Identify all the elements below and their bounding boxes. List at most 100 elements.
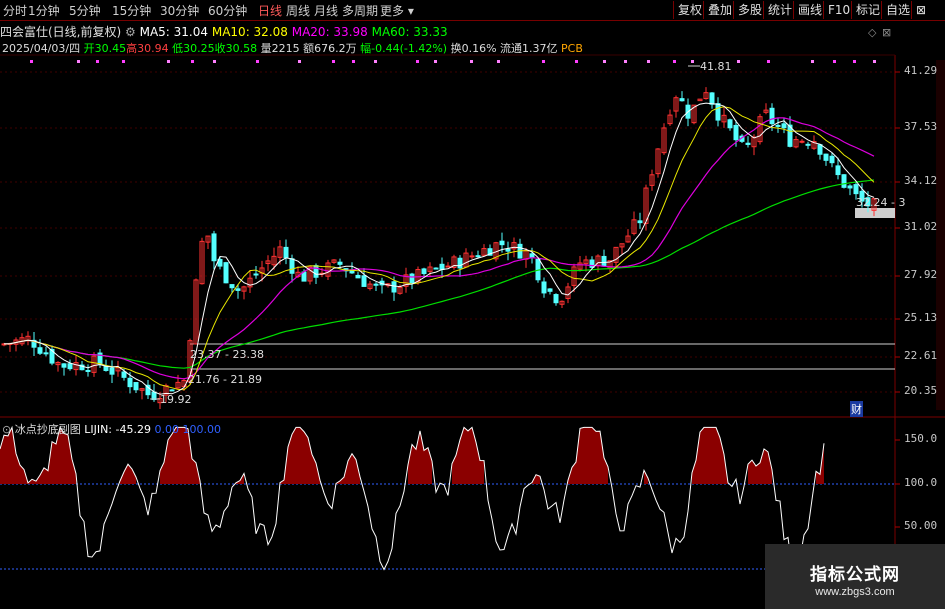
indicator-axis-label: 50.00: [904, 519, 938, 532]
overbought-fill: [40, 467, 44, 484]
candle-body: [679, 98, 685, 102]
candle-body: [823, 153, 829, 161]
watermark-url: www.zbgs3.com: [815, 586, 895, 598]
signal-dot: [30, 60, 33, 63]
price-axis-label: 22.61: [904, 349, 938, 362]
overbought-fill: [468, 427, 472, 484]
signal-dot: [737, 60, 740, 63]
signal-dot: [575, 60, 578, 63]
candle-body: [745, 142, 751, 145]
candle-body: [553, 294, 559, 304]
candle-body: [775, 124, 781, 127]
resistance-box: [855, 208, 895, 218]
overbought-fill: [296, 427, 300, 484]
signal-dot: [352, 60, 355, 63]
candle-body: [805, 143, 811, 146]
candle-body: [61, 363, 67, 368]
candle-body: [457, 257, 463, 269]
indicator-v2: 100.00: [182, 423, 221, 436]
ma5-line: [3, 102, 875, 395]
candle-body: [727, 119, 733, 129]
candle-body: [715, 103, 721, 121]
signal-dot: [673, 60, 676, 63]
price-axis-label: 37.53: [904, 120, 938, 133]
signal-dot: [374, 60, 377, 63]
price-axis-label: 41.29: [904, 64, 938, 77]
signal-dot: [191, 60, 194, 63]
candle-body: [169, 389, 175, 392]
box-range-label: 23.37 - 23.38: [190, 348, 264, 361]
signal-dot: [873, 60, 876, 63]
candle-body: [637, 220, 643, 224]
overbought-fill: [52, 441, 56, 484]
signal-dot: [213, 60, 216, 63]
overbought-fill: [424, 447, 428, 484]
overbought-fill: [300, 427, 304, 484]
overbought-fill: [4, 435, 8, 484]
candle-body: [817, 144, 823, 155]
candle-body: [505, 248, 511, 252]
overbought-fill: [412, 444, 416, 484]
overbought-fill: [580, 427, 584, 484]
overbought-fill: [68, 434, 72, 484]
candle-body: [409, 273, 415, 284]
indicator-axis-label: 150.0: [904, 432, 938, 445]
candle-body: [529, 253, 535, 258]
indicator-title-row: ⊙ 冰点抄底副图 LIJIN: -45.29 0.00 100.00: [2, 421, 221, 437]
overbought-fill: [600, 431, 604, 484]
signal-dot: [332, 60, 335, 63]
candle-body: [769, 107, 775, 125]
candle-body: [547, 288, 553, 292]
indicator-value: LIJIN: -45.29: [84, 423, 151, 436]
low-price-label: 19.92: [160, 393, 192, 406]
candle-body: [355, 274, 361, 279]
candle-body: [445, 265, 451, 268]
signal-dot: [497, 60, 500, 63]
candle-body: [799, 140, 805, 143]
overbought-fill: [476, 442, 480, 484]
candle-body: [709, 92, 715, 105]
watermark-panel: 指标公式网 www.zbgs3.com: [765, 544, 945, 609]
signal-dot: [167, 60, 170, 63]
candle-body: [337, 261, 343, 265]
signal-dot: [122, 60, 125, 63]
signal-dot: [542, 60, 545, 63]
overbought-fill: [592, 427, 596, 484]
overbought-fill: [480, 460, 484, 484]
candle-body: [223, 262, 229, 284]
candle-body: [151, 391, 157, 401]
overbought-fill: [584, 427, 588, 484]
overbought-fill: [168, 433, 172, 484]
candle-body: [391, 281, 397, 293]
candle-body: [541, 281, 547, 294]
candle-body: [589, 259, 595, 268]
candle-body: [211, 233, 217, 262]
candle-body: [229, 284, 235, 289]
finance-marker[interactable]: 财: [850, 401, 863, 417]
axis-ticks: [895, 71, 900, 528]
signal-dot: [811, 60, 814, 63]
price-axis-label: 27.92: [904, 268, 938, 281]
signal-dot: [624, 60, 627, 63]
candle-body: [475, 255, 481, 258]
candle-body: [853, 184, 859, 195]
overbought-fill: [64, 433, 68, 484]
overbought-fill: [704, 427, 708, 484]
indicator-v1: 0.00: [154, 423, 179, 436]
candle-body: [601, 255, 607, 267]
price-axis-label: 20.35: [904, 384, 938, 397]
candle-body: [109, 367, 115, 375]
overbought-fill: [304, 431, 308, 484]
signal-dot: [256, 60, 259, 63]
box-range-label: 21.76 - 21.89: [188, 373, 262, 386]
candle-body: [421, 268, 427, 275]
candle-body: [733, 124, 739, 141]
chart-canvas: [0, 54, 945, 609]
candle-body: [439, 263, 445, 271]
overbought-fill: [588, 427, 592, 484]
overbought-fill: [700, 427, 704, 484]
indicator-axis-label: 100.0: [904, 476, 938, 489]
candle-body: [133, 382, 139, 391]
candle-body: [829, 155, 835, 164]
indicator-toggle-icon[interactable]: ⊙: [2, 423, 11, 436]
